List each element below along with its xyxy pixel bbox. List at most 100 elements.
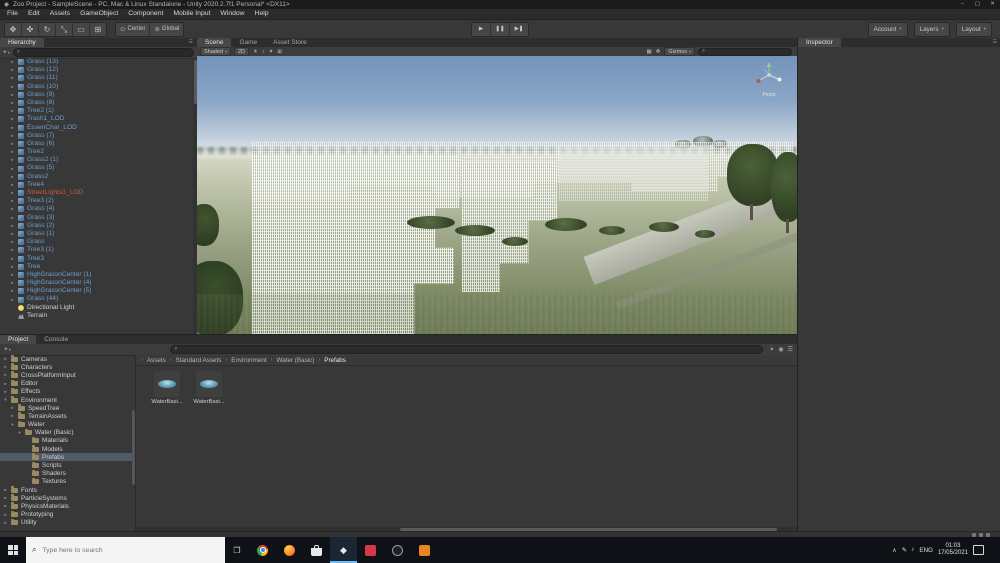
expand-arrow-icon[interactable]: [10, 421, 15, 429]
hierarchy-item[interactable]: Grass (6): [0, 140, 193, 148]
hierarchy-item[interactable]: HighGrassnCenter (5): [0, 287, 193, 295]
create-asset-button[interactable]: +: [4, 346, 11, 353]
folder-item[interactable]: Scripts: [0, 461, 135, 469]
rotate-tool[interactable]: ↻: [39, 22, 56, 36]
expand-arrow-icon[interactable]: [10, 230, 15, 238]
folder-item[interactable]: SpeedTree: [0, 404, 135, 412]
hierarchy-item[interactable]: Grass (13): [0, 58, 193, 66]
expand-arrow-icon[interactable]: [3, 396, 8, 404]
folder-item[interactable]: TerrainAssets: [0, 412, 135, 420]
expand-arrow-icon[interactable]: [10, 132, 15, 140]
expand-arrow-icon[interactable]: [3, 494, 8, 502]
breadcrumb-item[interactable]: Assets: [141, 357, 166, 364]
panel-menu-icon[interactable]: ☰: [189, 38, 197, 47]
tab-asset-store[interactable]: Asset Store: [265, 38, 315, 47]
expand-arrow-icon[interactable]: [10, 115, 15, 123]
hierarchy-item[interactable]: HighGrassnCenter (1): [0, 271, 193, 279]
rect-tool[interactable]: ▭: [73, 22, 90, 36]
expand-arrow-icon[interactable]: [10, 255, 15, 263]
expand-arrow-icon[interactable]: [10, 271, 15, 279]
hierarchy-item[interactable]: Directional Light: [0, 304, 193, 312]
expand-arrow-icon[interactable]: [3, 388, 8, 396]
tab-inspector[interactable]: Inspector: [798, 38, 841, 47]
taskbar-search[interactable]: ⌕: [26, 537, 225, 563]
expand-arrow-icon[interactable]: [10, 173, 15, 181]
expand-arrow-icon[interactable]: [3, 502, 8, 510]
chrome-icon[interactable]: [249, 537, 276, 563]
expand-arrow-icon[interactable]: [10, 83, 15, 91]
tab-game[interactable]: Game: [231, 38, 265, 47]
account-dropdown[interactable]: Account: [867, 21, 908, 37]
menu-item[interactable]: Window: [215, 9, 249, 19]
expand-arrow-icon[interactable]: [10, 91, 15, 99]
expand-arrow-icon[interactable]: [3, 371, 8, 379]
panel-menu-icon[interactable]: ☰: [993, 38, 1000, 47]
audio-toggle-icon[interactable]: ♪: [261, 49, 266, 55]
hierarchy-item[interactable]: Grass (10): [0, 83, 193, 91]
hidden-icons-chevron[interactable]: ∧: [892, 547, 896, 554]
hierarchy-item[interactable]: Grass (3): [0, 214, 193, 222]
light-toggle-icon[interactable]: ☀: [252, 49, 259, 55]
menu-item[interactable]: Assets: [45, 9, 75, 19]
layout-dropdown[interactable]: Layout: [955, 21, 992, 37]
folder-item[interactable]: Cameras: [0, 355, 135, 363]
folder-item[interactable]: Water (Basic): [0, 428, 135, 437]
gizmos-dropdown[interactable]: Gizmos: [664, 47, 695, 56]
hierarchy-item[interactable]: Terrain: [0, 312, 193, 320]
hierarchy-item[interactable]: Grass (11): [0, 74, 193, 82]
folder-tree-scrollbar[interactable]: [132, 410, 135, 485]
folder-item[interactable]: Models: [0, 445, 135, 453]
language-indicator[interactable]: ENG: [919, 547, 933, 554]
shading-mode-dropdown[interactable]: Shaded: [200, 47, 231, 56]
volume-icon[interactable]: ♪: [911, 546, 914, 554]
project-search-input[interactable]: ⌕: [170, 345, 764, 354]
expand-arrow-icon[interactable]: [10, 140, 15, 148]
pen-icon[interactable]: ✎: [902, 546, 907, 554]
expand-arrow-icon[interactable]: [10, 263, 15, 271]
close-button[interactable]: ✕: [985, 0, 1000, 9]
hierarchy-item[interactable]: Grass (5): [0, 164, 193, 172]
hierarchy-item[interactable]: Tree2: [0, 148, 193, 156]
expand-arrow-icon[interactable]: [10, 214, 15, 222]
folder-item[interactable]: Textures: [0, 477, 135, 486]
expand-arrow-icon[interactable]: [3, 519, 8, 527]
hierarchy-item[interactable]: Grass (12): [0, 66, 193, 74]
expand-arrow-icon[interactable]: [10, 148, 15, 156]
grid-dropdown-icon[interactable]: ⊞: [276, 49, 283, 55]
expand-arrow-icon[interactable]: [10, 99, 15, 107]
expand-arrow-icon[interactable]: [3, 380, 8, 388]
tool-settings-icon[interactable]: ✥: [655, 49, 662, 55]
hierarchy-item[interactable]: Trash1_LOD: [0, 115, 193, 123]
asset-item[interactable]: WaterBasi...: [150, 371, 184, 411]
hierarchy-item[interactable]: Grass: [0, 238, 193, 246]
panel-menu-icon[interactable]: ☰: [788, 345, 793, 355]
expand-arrow-icon[interactable]: [10, 205, 15, 213]
expand-arrow-icon[interactable]: [10, 124, 15, 132]
effects-dropdown-icon[interactable]: ✦: [268, 49, 275, 55]
expand-arrow-icon[interactable]: [10, 58, 15, 66]
expand-arrow-icon[interactable]: [10, 189, 15, 197]
firefox-icon[interactable]: [276, 537, 303, 563]
expand-arrow-icon[interactable]: [10, 181, 15, 189]
task-view-button[interactable]: ❐: [225, 537, 249, 563]
preview-icon[interactable]: ◉: [778, 345, 783, 355]
hierarchy-item[interactable]: HighGrassnCenter (4): [0, 279, 193, 287]
folder-item[interactable]: Water: [0, 420, 135, 429]
tab-console[interactable]: Console: [36, 335, 76, 344]
dark-app-icon[interactable]: [384, 537, 411, 563]
folder-item[interactable]: Prototyping: [0, 510, 135, 519]
pivot-toggle[interactable]: ⊙ Center: [116, 22, 151, 36]
breadcrumb-item[interactable]: Environment: [225, 357, 266, 364]
scene-search-input[interactable]: ⌕: [698, 47, 792, 56]
expand-arrow-icon[interactable]: [10, 279, 15, 287]
orange-app-icon[interactable]: [411, 537, 438, 563]
hierarchy-item[interactable]: StreetLights3_LOD: [0, 189, 193, 197]
menu-item[interactable]: File: [2, 9, 23, 19]
hierarchy-item[interactable]: Grass (9): [0, 91, 193, 99]
menu-item[interactable]: Mobile Input: [168, 9, 215, 19]
pause-button[interactable]: ❚❚: [491, 23, 510, 36]
folder-item[interactable]: Fonts: [0, 486, 135, 494]
maximize-button[interactable]: ▢: [970, 0, 985, 9]
step-button[interactable]: ▶❚: [510, 23, 528, 36]
red-app-icon[interactable]: [357, 537, 384, 563]
